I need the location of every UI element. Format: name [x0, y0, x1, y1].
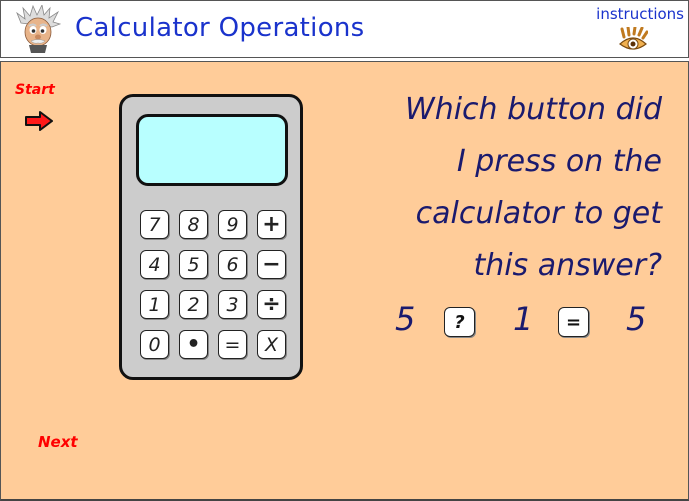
key-8[interactable]: 8: [179, 210, 208, 239]
eye-icon: [619, 27, 648, 50]
key-1[interactable]: 1: [140, 290, 169, 319]
key-4[interactable]: 4: [140, 250, 169, 279]
key-7[interactable]: 7: [140, 210, 169, 239]
activity-stage: Start 7 8 9 + 4 5 6 − 1 2 3 ÷ 0 • = X Wh…: [0, 61, 689, 501]
calculator-keypad: 7 8 9 + 4 5 6 − 1 2 3 ÷ 0 • = X: [140, 210, 286, 359]
key-decimal[interactable]: •: [179, 330, 208, 359]
instructions-label: instructions: [596, 5, 684, 23]
key-5[interactable]: 5: [179, 250, 208, 279]
question-line: this answer?: [473, 248, 662, 283]
operand-2: 1: [513, 300, 534, 338]
calculator-display: [136, 114, 288, 186]
result: 5: [626, 300, 647, 338]
key-multiply[interactable]: X: [257, 330, 286, 359]
instructions-button[interactable]: instructions: [576, 5, 686, 55]
einstein-cartoon-icon: [16, 5, 61, 53]
equation: 5 ? 1 = 5: [393, 300, 663, 346]
header-bar: Calculator Operations instructions: [0, 0, 689, 58]
key-6[interactable]: 6: [218, 250, 247, 279]
unknown-operator-key[interactable]: ?: [444, 307, 475, 337]
question-line: I press on the: [456, 144, 662, 179]
key-2[interactable]: 2: [179, 290, 208, 319]
key-0[interactable]: 0: [140, 330, 169, 359]
key-divide[interactable]: ÷: [257, 290, 286, 319]
key-plus[interactable]: +: [257, 210, 286, 239]
operand-1: 5: [395, 300, 416, 338]
key-3[interactable]: 3: [218, 290, 247, 319]
start-label[interactable]: Start: [15, 82, 55, 98]
question-text: Which button did I press on the calculat…: [342, 84, 662, 292]
next-button[interactable]: Next: [38, 433, 78, 451]
page-title: Calculator Operations: [75, 13, 365, 43]
question-line: Which button did: [405, 92, 662, 127]
question-line: calculator to get: [415, 196, 662, 231]
calculator: 7 8 9 + 4 5 6 − 1 2 3 ÷ 0 • = X: [119, 94, 303, 380]
right-arrow-icon[interactable]: [24, 110, 54, 132]
equals-key: =: [558, 307, 589, 337]
key-9[interactable]: 9: [218, 210, 247, 239]
key-minus[interactable]: −: [257, 250, 286, 279]
key-equals[interactable]: =: [218, 330, 247, 359]
